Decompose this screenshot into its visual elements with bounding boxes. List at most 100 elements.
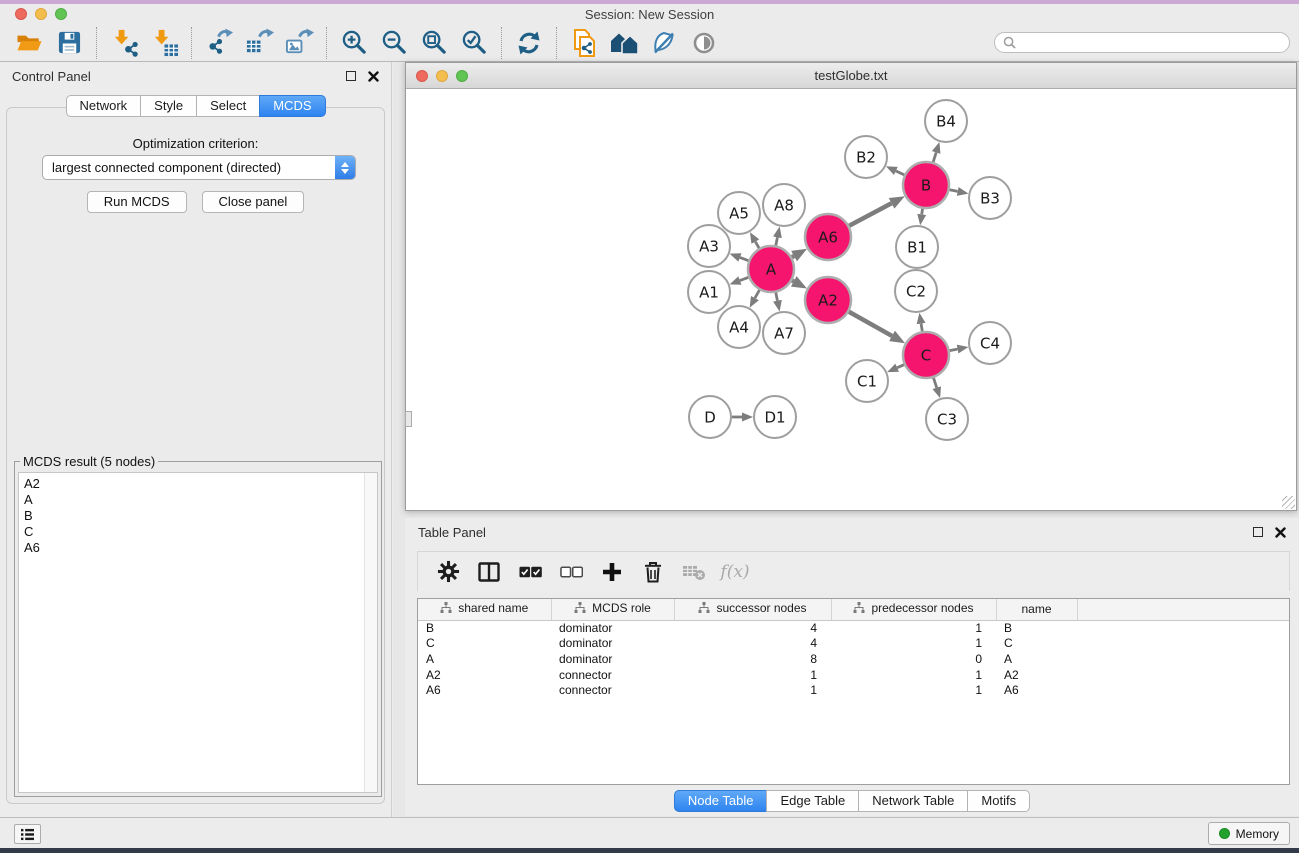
table-row[interactable]: Adominator80A [418,651,1289,667]
tab-motifs[interactable]: Motifs [967,790,1030,812]
table-row[interactable]: Cdominator41C [418,636,1289,652]
network-window-title: testGlobe.txt [406,68,1296,83]
graph-edge-C-C3[interactable] [933,378,936,388]
create-column-button[interactable] [598,558,626,586]
optimization-select[interactable]: largest connected component (directed) [42,155,356,180]
graph-node-label-A2: A2 [818,291,838,309]
float-table-panel-icon[interactable] [1253,527,1263,537]
network-graph[interactable]: AA1A2A3A4A5A6A7A8BB1B2B3B4CC1C2C3C4DD1 [406,89,1296,510]
open-folder-icon [15,31,44,55]
graph-node-label-B3: B3 [980,189,1000,207]
mcds-result-list[interactable]: A2ABCA6 [18,472,378,793]
result-list-item[interactable]: A2 [24,476,377,492]
table-settings-button[interactable] [434,558,462,586]
tab-node-table[interactable]: Node Table [674,790,768,812]
graph-edge-A-A2[interactable] [792,280,794,281]
export-image-button[interactable] [279,27,319,59]
zoom-fit-button[interactable] [414,27,454,59]
graph-edge-A-A3[interactable] [740,257,749,260]
graph-edge-A2-C[interactable] [849,312,892,336]
tab-network-table[interactable]: Network Table [858,790,968,812]
select-all-columns-button[interactable] [516,558,544,586]
toolbar-separator [556,27,557,59]
graph-edge-C-C4[interactable] [950,349,958,350]
result-list-item[interactable]: C [24,524,377,540]
graph-edge-B-B3[interactable] [950,190,958,192]
clone-network-button[interactable] [564,27,604,59]
graph-edge-A-A4[interactable] [755,290,759,298]
zoom-out-button[interactable] [374,27,414,59]
task-history-button[interactable] [14,824,41,844]
hide-graphics-button[interactable] [644,27,684,59]
import-network-button[interactable] [104,27,144,59]
graph-edge-A-A5[interactable] [755,242,759,249]
tab-style[interactable]: Style [140,95,197,117]
float-panel-icon[interactable] [346,71,356,81]
result-list-item[interactable]: A [24,492,377,508]
mcds-result-title: MCDS result (5 nodes) [20,454,158,469]
plus-icon [602,562,622,582]
table-row[interactable]: A6connector11A6 [418,682,1289,698]
table-row[interactable]: Bdominator41B [418,620,1289,636]
delete-column-button[interactable] [639,558,667,586]
run-mcds-button[interactable]: Run MCDS [87,191,187,213]
graph-edge-B-B1[interactable] [922,209,923,215]
graph-edge-A-A8[interactable] [776,237,778,245]
show-column-button[interactable] [475,558,503,586]
column-header-shared-name[interactable]: shared name [418,599,551,620]
show-graphics-button[interactable] [684,27,724,59]
result-scrollbar[interactable] [364,473,377,792]
save-session-button[interactable] [49,27,89,59]
network-window-titlebar[interactable]: testGlobe.txt [406,63,1296,89]
tab-select[interactable]: Select [196,95,260,117]
app-titlebar: Session: New Session [0,4,1299,24]
window-edge-grabber[interactable] [405,411,412,427]
export-table-button[interactable] [239,27,279,59]
export-network-button[interactable] [199,27,239,59]
tab-edge-table[interactable]: Edge Table [766,790,859,812]
network-view-window: testGlobe.txt AA1A2A3A4A5A [405,62,1297,511]
graph-edge-B-B4[interactable] [933,152,936,162]
close-panel-icon[interactable] [368,71,379,82]
graph-edge-A-A7[interactable] [776,293,778,301]
result-list-item[interactable]: A6 [24,540,377,556]
tab-mcds[interactable]: MCDS [259,95,325,117]
zoom-in-button[interactable] [334,27,374,59]
unselect-all-columns-button[interactable] [557,558,585,586]
close-panel-button[interactable]: Close panel [202,191,305,213]
memory-button[interactable]: Memory [1208,822,1290,845]
control-panel: Control Panel NetworkStyleSelectMCDS Opt… [0,62,392,817]
graph-edge-C-C1[interactable] [897,365,904,368]
graph-node-label-B4: B4 [936,112,956,130]
zoom-selected-button[interactable] [454,27,494,59]
refresh-button[interactable] [509,27,549,59]
search-field[interactable] [994,32,1290,53]
graph-edge-B-B2[interactable] [896,171,904,175]
graph-edge-A-A6[interactable] [792,256,794,257]
import-table-button[interactable] [144,27,184,59]
column-header-MCDS-role[interactable]: MCDS role [551,599,674,620]
column-header-name[interactable]: name [996,599,1077,620]
open-session-button[interactable] [9,27,49,59]
app-title: Session: New Session [0,7,1299,22]
graph-node-label-D1: D1 [764,408,785,426]
graph-edge-C-C2[interactable] [921,324,922,332]
graph-node-label-A1: A1 [699,283,719,301]
tab-network[interactable]: Network [65,95,141,117]
column-header-predecessor-nodes[interactable]: predecessor nodes [831,599,996,620]
home-button[interactable] [604,27,644,59]
window-resize-grip[interactable] [1282,496,1295,509]
zoom-in-icon [341,29,368,56]
graph-edge-A6-B[interactable] [849,203,891,225]
table-row[interactable]: A2connector11A2 [418,667,1289,683]
result-list-item[interactable]: B [24,508,377,524]
close-table-panel-icon[interactable] [1275,527,1286,538]
list-icon [20,828,35,841]
zoom-fit-icon [421,29,448,56]
search-input[interactable] [1021,36,1281,50]
node-table: shared nameMCDS rolesuccessor nodesprede… [418,599,1289,698]
graph-node-label-C1: C1 [857,372,877,390]
network-canvas[interactable]: AA1A2A3A4A5A6A7A8BB1B2B3B4CC1C2C3C4DD1 [406,89,1296,510]
column-header-successor-nodes[interactable]: successor nodes [674,599,831,620]
graph-edge-A-A1[interactable] [740,277,749,280]
